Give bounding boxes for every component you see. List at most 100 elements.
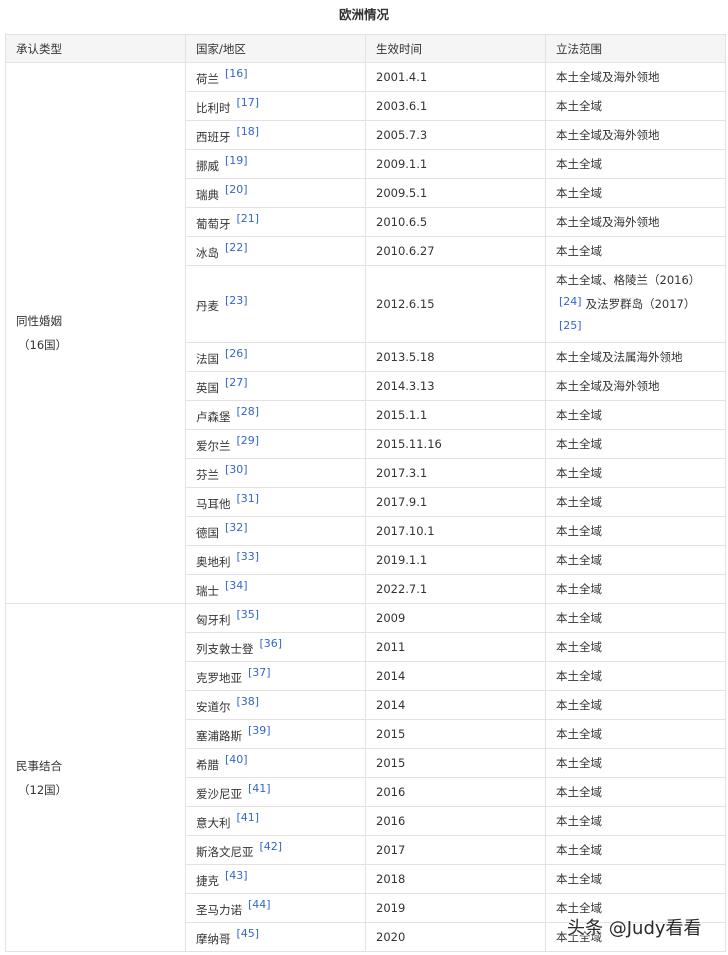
citation-link[interactable]: [26] [225, 347, 248, 360]
citation-link[interactable]: [36] [260, 637, 283, 650]
country-cell: 芬兰 [30] [185, 458, 366, 488]
country-cell: 英国 [27] [185, 371, 366, 401]
country-name: 比利时 [196, 101, 231, 115]
citation-link[interactable]: [25] [559, 319, 582, 332]
legal-scope-cell: 本土全域 [545, 516, 726, 546]
citation-link[interactable]: [41] [237, 811, 260, 824]
country-cell: 匈牙利 [35] [185, 603, 366, 633]
country-cell: 安道尔 [38] [185, 690, 366, 720]
legal-scope-cell: 本土全域 [545, 429, 726, 459]
effective-date-cell: 2020 [365, 922, 546, 952]
citation-link[interactable]: [29] [237, 434, 260, 447]
legal-scope-cell: 本土全域及法属海外领地 [545, 342, 726, 372]
citation-link[interactable]: [43] [225, 869, 248, 882]
effective-date-cell: 2017.3.1 [365, 458, 546, 488]
citation-link[interactable]: [37] [248, 666, 271, 679]
header-recognition-type: 承认类型 [5, 34, 186, 63]
effective-date-cell: 2003.6.1 [365, 91, 546, 121]
country-name: 法国 [196, 352, 219, 366]
citation-link[interactable]: [33] [237, 550, 260, 563]
effective-date-cell: 2012.6.15 [365, 265, 546, 343]
effective-date-cell: 2010.6.27 [365, 236, 546, 266]
country-cell: 冰岛 [22] [185, 236, 366, 266]
header-legal-scope: 立法范围 [545, 34, 726, 63]
citation-link[interactable]: [39] [248, 724, 271, 737]
country-cell: 法国 [26] [185, 342, 366, 372]
country-cell: 塞浦路斯 [39] [185, 719, 366, 749]
country-cell: 圣马力诺 [44] [185, 893, 366, 923]
legal-scope-cell: 本土全域及海外领地 [545, 120, 726, 150]
citation-link[interactable]: [28] [237, 405, 260, 418]
country-cell: 爱尔兰 [29] [185, 429, 366, 459]
country-name: 塞浦路斯 [196, 729, 242, 743]
recognition-type-cell: 民事结合 （12国） [5, 603, 186, 952]
legal-scope-cell: 本土全域 [545, 806, 726, 836]
country-name: 爱尔兰 [196, 439, 231, 453]
country-name: 德国 [196, 526, 219, 540]
country-name: 丹麦 [196, 299, 219, 313]
effective-date-cell: 2017.10.1 [365, 516, 546, 546]
country-name: 意大利 [196, 816, 231, 830]
effective-date-cell: 2001.4.1 [365, 62, 546, 92]
citation-link[interactable]: [38] [237, 695, 260, 708]
citation-link[interactable]: [45] [237, 927, 260, 940]
citation-link[interactable]: [31] [237, 492, 260, 505]
country-name: 英国 [196, 381, 219, 395]
country-cell: 列支敦士登 [36] [185, 632, 366, 662]
country-name: 安道尔 [196, 700, 231, 714]
country-name: 荷兰 [196, 72, 219, 86]
legal-scope-cell: 本土全域及海外领地 [545, 371, 726, 401]
citation-link[interactable]: [32] [225, 521, 248, 534]
citation-link[interactable]: [24] [559, 295, 582, 308]
citation-link[interactable]: [19] [225, 154, 248, 167]
effective-date-cell: 2017.9.1 [365, 487, 546, 517]
country-name: 奥地利 [196, 555, 231, 569]
legal-scope-cell: 本土全域 [545, 400, 726, 430]
citation-link[interactable]: [34] [225, 579, 248, 592]
citation-link[interactable]: [40] [225, 753, 248, 766]
legal-scope-cell: 本土全域 [545, 777, 726, 807]
table-body: 同性婚姻 （16国） 荷兰 [16] 2001.4.1 本土全域及海外领地 比利时 [17] 2… [5, 62, 726, 952]
country-cell: 西班牙 [18] [185, 120, 366, 150]
country-name: 卢森堡 [196, 410, 231, 424]
legal-scope-cell: 本土全域 [545, 690, 726, 720]
citation-link[interactable]: [44] [248, 898, 271, 911]
citation-link[interactable]: [41] [248, 782, 271, 795]
country-name: 挪威 [196, 159, 219, 173]
country-cell: 瑞典 [20] [185, 178, 366, 208]
country-name: 葡萄牙 [196, 217, 231, 231]
legal-scope-cell: 本土全域 [545, 603, 726, 633]
country-name: 列支敦士登 [196, 642, 254, 656]
effective-date-cell: 2015.1.1 [365, 400, 546, 430]
citation-link[interactable]: [16] [225, 67, 248, 80]
citation-link[interactable]: [42] [260, 840, 283, 853]
country-name: 摩纳哥 [196, 932, 231, 946]
country-name: 瑞士 [196, 584, 219, 598]
country-name: 斯洛文尼亚 [196, 845, 254, 859]
header-row: 承认类型 国家/地区 生效时间 立法范围 [5, 34, 726, 63]
country-cell: 丹麦 [23] [185, 265, 366, 343]
legal-scope-text: 本土全域、格陵兰（2016） [556, 272, 701, 287]
country-cell: 克罗地亚 [37] [185, 661, 366, 691]
legal-scope-cell: 本土全域 [545, 864, 726, 894]
country-cell: 希腊 [40] [185, 748, 366, 778]
country-count: （16国） [18, 338, 68, 352]
citation-link[interactable]: [23] [225, 294, 248, 307]
citation-link[interactable]: [22] [225, 241, 248, 254]
country-name: 马耳他 [196, 497, 231, 511]
effective-date-cell: 2009.1.1 [365, 149, 546, 179]
citation-link[interactable]: [20] [225, 183, 248, 196]
citation-link[interactable]: [18] [237, 125, 260, 138]
country-cell: 爱沙尼亚 [41] [185, 777, 366, 807]
legal-scope-cell: 本土全域、格陵兰（2016） [24] 及法罗群岛（2017）[25] [545, 265, 726, 343]
legal-scope-cell: 本土全域 [545, 178, 726, 208]
country-cell: 瑞士 [34] [185, 574, 366, 604]
legal-scope-cell: 本土全域 [545, 91, 726, 121]
citation-link[interactable]: [17] [237, 96, 260, 109]
citation-link[interactable]: [35] [237, 608, 260, 621]
citation-link[interactable]: [27] [225, 376, 248, 389]
legal-scope-cell: 本土全域 [545, 574, 726, 604]
citation-link[interactable]: [21] [237, 212, 260, 225]
citation-link[interactable]: [30] [225, 463, 248, 476]
legal-scope-text: 及法罗群岛（2017） [585, 296, 696, 311]
